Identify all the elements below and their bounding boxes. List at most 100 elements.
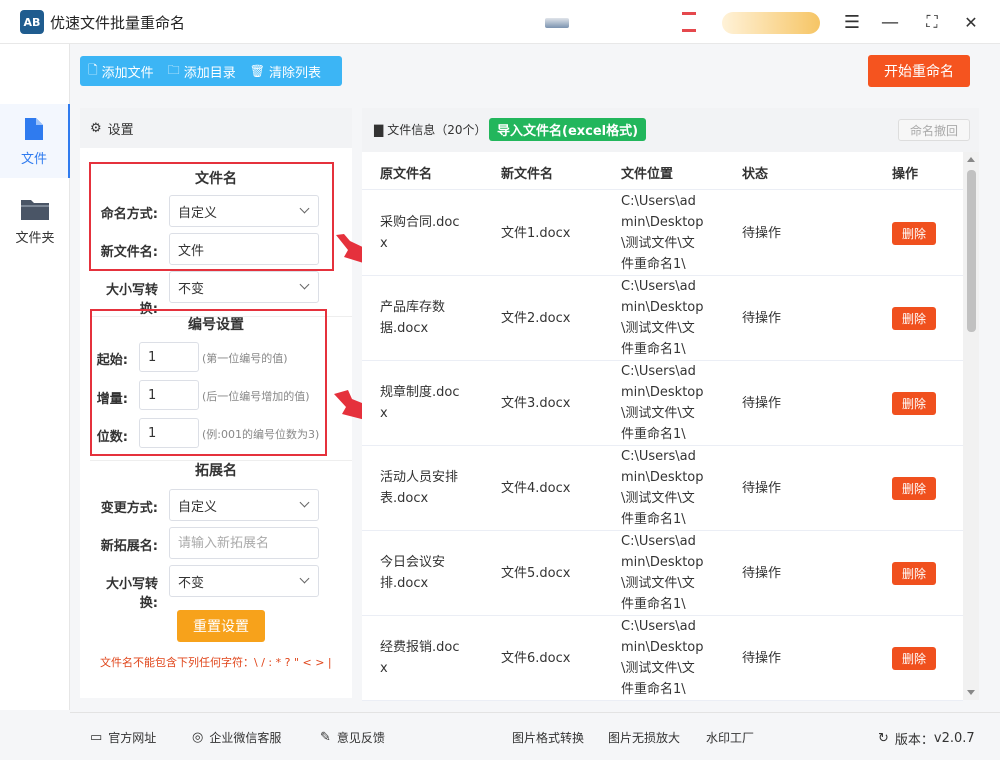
clear-list-button[interactable]: 🗑 清除列表 [250, 62, 321, 81]
minimize-button[interactable]: — [878, 10, 902, 34]
file-list-header: ▇ 文件信息 （20个） 导入文件名(excel格式) 命名撤回 [362, 108, 979, 152]
invalid-chars-warning: 文件名不能包含下列任何字符：\ / : * ? " < > | [100, 656, 332, 669]
folder-icon [21, 199, 49, 220]
table-row[interactable]: 规章制度.doc x 文件3.docx C:\Users\ad min\Desktop \… [362, 361, 963, 446]
table-header: 原文件名 新文件名 文件位置 状态 操作 [362, 152, 963, 190]
file-location: C:\Users\ad min\Desktop \测试文件\文 件重命名1\ [621, 619, 704, 697]
left-nav: 文件 文件夹 [0, 44, 70, 710]
scrollbar[interactable] [963, 152, 979, 700]
original-filename: 采购合同.doc x [380, 215, 460, 251]
chevron-down-icon [299, 497, 310, 508]
image-convert-link[interactable]: 图片格式转换 [512, 729, 584, 746]
cloud-icon[interactable] [545, 18, 569, 28]
nav-label-folders: 文件夹 [15, 230, 55, 246]
original-filename: 活动人员安排 表.docx [380, 470, 459, 506]
add-directory-button[interactable]: 🗀 添加目录 [168, 61, 236, 82]
import-excel-button[interactable]: 导入文件名(excel格式) [489, 118, 647, 141]
original-filename: 规章制度.doc x [380, 385, 460, 421]
add-file-button[interactable]: 🗋 添加文件 [88, 61, 154, 82]
delete-button[interactable]: 删除 [892, 477, 936, 500]
highlight-box-filename [89, 162, 334, 271]
feedback-link[interactable]: ✎ 意见反馈 [320, 729, 385, 746]
table-row[interactable]: 今日会议安 排.docx 文件5.docx C:\Users\ad min\Deskto… [362, 531, 963, 616]
scroll-down-icon[interactable] [967, 690, 975, 695]
filename-case-select[interactable]: 不变 [169, 271, 319, 303]
col-action: 操作 [892, 167, 919, 182]
image-enlarge-link[interactable]: 图片无损放大 [608, 729, 680, 746]
chat-icon: ◎ [192, 730, 204, 745]
table-row[interactable]: 经费报销.doc x 文件6.docx C:\Users\ad min\Desktop \… [362, 616, 963, 701]
new-filename: 文件2.docx [501, 311, 571, 326]
new-filename: 文件6.docx [501, 651, 571, 666]
reset-settings-button[interactable]: 重置设置 [177, 610, 265, 642]
official-website-link[interactable]: ▭ 官方网址 [90, 729, 156, 746]
status-text: 待操作 [742, 396, 782, 411]
scrollbar-thumb[interactable] [967, 170, 976, 332]
chevron-down-icon [299, 279, 310, 290]
new-filename: 文件5.docx [501, 566, 571, 581]
status-text: 待操作 [742, 311, 782, 326]
original-filename: 产品库存数 据.docx [380, 300, 446, 336]
delete-button[interactable]: 删除 [892, 647, 936, 670]
ext-case-label: 大小写转换: [105, 577, 158, 611]
document-icon: ▇ [374, 122, 384, 137]
file-count: （20个） [435, 123, 487, 137]
vip-banner[interactable] [722, 12, 820, 34]
col-original-name: 原文件名 [380, 167, 433, 182]
delete-button[interactable]: 删除 [892, 562, 936, 585]
col-location: 文件位置 [621, 167, 674, 182]
feedback-icon: ✎ [320, 730, 331, 745]
scroll-up-icon[interactable] [967, 157, 975, 162]
table-row[interactable]: 产品库存数 据.docx 文件2.docx C:\Users\ad min\Deskto… [362, 276, 963, 361]
file-location: C:\Users\ad min\Desktop \测试文件\文 件重命名1\ [621, 364, 704, 442]
new-filename: 文件3.docx [501, 396, 571, 411]
menu-button[interactable]: ☰ [840, 10, 864, 34]
ext-case-select[interactable]: 不变 [169, 565, 319, 597]
original-filename: 今日会议安 排.docx [380, 555, 446, 591]
delete-button[interactable]: 删除 [892, 392, 936, 415]
nav-label-files: 文件 [20, 151, 47, 167]
toolbar: 🗋 添加文件 🗀 添加目录 🗑 清除列表 [80, 56, 342, 86]
highlight-box-numbering [90, 309, 327, 456]
nav-item-folders[interactable]: 文件夹 [0, 184, 70, 258]
file-list-panel: ▇ 文件信息 （20个） 导入文件名(excel格式) 命名撤回 原文件名 新文件… [362, 108, 979, 701]
start-rename-button[interactable]: 开始重命名 [868, 55, 970, 87]
folder-add-icon: 🗀 [167, 62, 180, 77]
new-filename: 文件4.docx [501, 481, 571, 496]
file-icon [25, 117, 43, 140]
maximize-button[interactable]: ⛶ [920, 10, 944, 34]
status-text: 待操作 [742, 651, 782, 666]
new-ext-input[interactable] [169, 527, 319, 559]
refresh-icon: ↻ [878, 731, 889, 746]
delete-button[interactable]: 删除 [892, 307, 936, 330]
delete-button[interactable]: 删除 [892, 222, 936, 245]
app-logo: AB [20, 10, 44, 34]
website-icon: ▭ [90, 730, 103, 745]
table-row[interactable]: 采购合同.doc x 文件1.docx C:\Users\ad min\Desktop \… [362, 191, 963, 276]
table-row[interactable]: 活动人员安排 表.docx 文件4.docx C:\Users\ad min\Deskt… [362, 446, 963, 531]
file-add-icon: 🗋 [88, 62, 98, 77]
file-location: C:\Users\ad min\Desktop \测试文件\文 件重命名1\ [621, 279, 704, 357]
nav-item-files[interactable]: 文件 [0, 104, 70, 178]
status-text: 待操作 [742, 481, 782, 496]
title-bar: AB 优速文件批量重命名 ☰ — ⛶ ✕ [0, 0, 1000, 44]
version-info: ↻ 版本： v2.0.7 [878, 731, 975, 748]
new-ext-label: 新拓展名: [100, 539, 158, 554]
wechat-service-link[interactable]: ◎ 企业微信客服 [192, 729, 281, 746]
watermark-link[interactable]: 水印工厂 [706, 729, 754, 746]
close-button[interactable]: ✕ [959, 10, 983, 34]
app-title: 优速文件批量重命名 [50, 14, 186, 32]
red-badge-icon[interactable] [682, 12, 696, 32]
file-location: C:\Users\ad min\Desktop \测试文件\文 件重命名1\ [621, 534, 704, 612]
col-status: 状态 [742, 167, 769, 182]
ext-method-label: 变更方式: [100, 501, 158, 516]
original-filename: 经费报销.doc x [380, 640, 460, 676]
new-filename: 文件1.docx [501, 226, 571, 241]
col-new-name: 新文件名 [501, 167, 554, 182]
trash-icon: 🗑 [249, 64, 265, 78]
gear-icon: ⚙ [90, 120, 102, 136]
chevron-down-icon [299, 573, 310, 584]
ext-method-select[interactable]: 自定义 [169, 489, 319, 521]
undo-rename-button[interactable]: 命名撤回 [898, 119, 970, 141]
section-title-extension: 拓展名 [195, 463, 237, 479]
